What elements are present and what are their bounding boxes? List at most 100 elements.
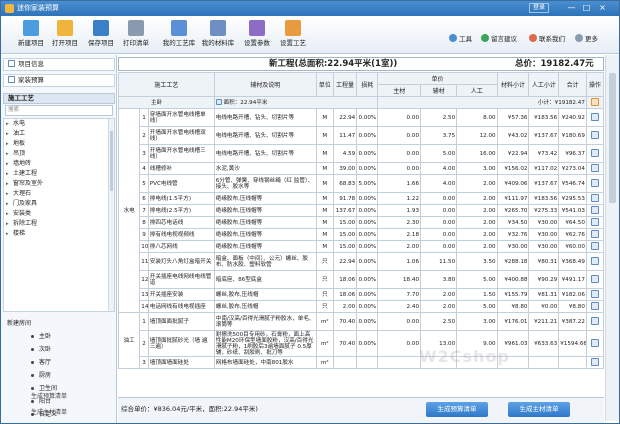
scrollbar-thumb[interactable] [609, 73, 616, 203]
category-header[interactable]: 施工工艺 [3, 93, 115, 104]
table-row[interactable]: 12 开关插座电线网线电线管道 暗底座、86型底盒只 18.06 0.00% 18.40 3… [119, 270, 605, 289]
new-room-button[interactable]: 新建房间 [3, 318, 115, 330]
table-row[interactable]: 10 排八芯网线 绝缘胶布,压线帽等 M 15.00 0.00% 2.00 0.00 2.00 ¥… [119, 240, 605, 253]
row-edit[interactable] [585, 288, 605, 301]
row-edit[interactable] [585, 216, 605, 229]
more-link[interactable]: 更多 [575, 33, 598, 45]
room-name[interactable]: 主卧 [118, 96, 215, 109]
generate-budget-link[interactable]: 生成预算清单 [31, 392, 67, 402]
open-project-button[interactable]: 打开项目 [45, 19, 85, 51]
row-edit[interactable] [585, 108, 605, 127]
project-info-tab[interactable]: 项目信息 [3, 58, 115, 71]
edit-icon[interactable] [590, 148, 599, 157]
category-item[interactable]: 油工 [4, 129, 114, 139]
category-item[interactable]: 地板 [4, 139, 114, 149]
room-item[interactable]: 客厅 [3, 356, 115, 369]
save-project-button[interactable]: 保存项目 [81, 19, 121, 51]
edit-icon[interactable] [590, 112, 599, 121]
table-row[interactable]: 2 开墙面开水管电线槽双线） 电线电路开槽、钻头、切割片等 M 11.47 0.00% 0.… [119, 126, 605, 145]
row-edit[interactable] [585, 126, 605, 145]
settings-craft-button[interactable]: 设置工艺 [273, 19, 313, 51]
main-scrollbar[interactable] [605, 55, 619, 421]
row-edit[interactable] [585, 270, 605, 289]
category-item[interactable]: 水电 [4, 119, 114, 129]
generate-material-link[interactable]: 生成主材清单 [31, 408, 67, 418]
login-button[interactable]: 登录 [529, 3, 550, 13]
edit-icon[interactable] [590, 357, 599, 366]
edit-icon[interactable] [590, 130, 599, 139]
edit-icon[interactable] [590, 338, 599, 347]
table-row[interactable]: 11 安装灯头八角灯盒暗开关 暗盒、面板（中间）、公元）螺丝、胶布、防水胶、塑料软管… [119, 252, 605, 271]
tools-link[interactable]: 工具 [449, 33, 472, 45]
table-row[interactable]: 4 线槽修补 水泥,黄沙 M 39.00 0.00% 0.00 4.00 3.00 ¥156.02… [119, 162, 605, 175]
table-row[interactable]: 14 电话网线有线电视插座 螺丝,胶布,压线帽只 2.00 0.00% 2.40 2.00 5… [119, 300, 605, 313]
row-edit[interactable] [585, 144, 605, 163]
table-row[interactable]: 水电 1 穿墙面开水管电线槽单线） 电线电路开槽、钻头、切割片等 M 22.94 0.00%… [117, 108, 605, 313]
edit-icon[interactable] [590, 301, 599, 310]
edit-icon[interactable] [590, 178, 599, 187]
edit-icon[interactable] [590, 193, 599, 202]
category-item[interactable]: 楼梯 [4, 229, 114, 239]
contact-link[interactable]: 联系我们 [529, 33, 565, 45]
edit-icon[interactable] [590, 97, 599, 106]
edit-icon[interactable] [590, 163, 599, 172]
table-row[interactable]: 8 排四芯电话线 绝缘胶布,压线帽等 M 15.00 0.00% 2.30 0.00 2.00 ¥… [119, 216, 605, 229]
cell-unit: M [315, 108, 334, 127]
row-edit[interactable] [585, 192, 605, 205]
minimize-icon[interactable]: — [566, 2, 577, 13]
craft-library-button[interactable]: 我的工艺库 [159, 19, 199, 51]
category-item[interactable]: 拆除工程 [4, 219, 114, 229]
table-row[interactable]: 6 排电线(1.5平方) 绝缘胶布,压线帽等 M 91.78 0.00% 1.22 0.00 2… [119, 192, 605, 205]
table-row[interactable]: 3 开墙面开水管电线槽三线） 电线电路开槽、钻头、切割片等 M 4.59 0.00% 0.0… [119, 144, 605, 163]
category-item[interactable]: 大理石 [4, 189, 114, 199]
category-scrollbar[interactable] [108, 119, 114, 311]
row-edit[interactable] [585, 252, 605, 271]
edit-icon[interactable] [590, 205, 599, 214]
row-edit[interactable] [585, 300, 605, 313]
row-edit[interactable] [585, 162, 605, 175]
print-list-button[interactable]: 打印清单 [116, 19, 156, 51]
table-row[interactable]: 油工 1 墙顶面面批腻子 中南/汉高/百得光滑腻子粉胶水，单毛、滚筒等 m² 70.40 0… [117, 312, 605, 369]
settings-params-button[interactable]: 设置参数 [237, 19, 277, 51]
row-edit[interactable] [585, 228, 605, 241]
edit-icon[interactable] [590, 289, 599, 298]
material-library-button[interactable]: 我的材料库 [198, 19, 238, 51]
category-item[interactable]: 安装类 [4, 209, 114, 219]
table-row[interactable]: 5 PVC电线管 6分管、弹簧、穿线钢丝绳（红 监管）、接头、胶水等 M 68.83 5.… [119, 174, 605, 193]
table-row[interactable]: 7 排电线(2.5平方) 绝缘胶布,压线帽等 M 137.67 0.00% 1.93 0.00… [119, 204, 605, 217]
edit-icon[interactable] [590, 217, 599, 226]
cell-ms: ¥43.02 [496, 126, 530, 145]
table-row[interactable]: 9 排有线电视视频线 绝缘胶布,压线帽等 M 15.00 0.00% 2.18 0.00 2.0… [119, 228, 605, 241]
home-budget-tab[interactable]: 家装预算 [3, 74, 115, 87]
edit-icon[interactable] [590, 229, 599, 238]
room-item[interactable]: 次卧 [3, 343, 115, 356]
row-edit[interactable] [585, 204, 605, 217]
table-row[interactable]: 13 开关插座安装 螺丝,胶布,压线帽只 18.06 0.00% 7.70 2.00 1.50… [119, 288, 605, 301]
edit-icon[interactable] [590, 256, 599, 265]
category-item[interactable]: 窗帘及室外 [4, 179, 114, 189]
close-icon[interactable]: × [597, 2, 608, 13]
generate-budget-button[interactable]: 生成预算清单 [426, 402, 488, 417]
search-input[interactable]: 搜索 [5, 105, 113, 116]
category-item[interactable]: 土建工程 [4, 169, 114, 179]
row-edit[interactable] [585, 330, 605, 357]
edit-icon[interactable] [590, 241, 599, 250]
room-item[interactable]: 厨房 [3, 369, 115, 382]
generate-material-button[interactable]: 生成主材清单 [508, 402, 570, 417]
category-item[interactable]: 吊顶 [4, 149, 114, 159]
room-item[interactable]: 主卧 [3, 330, 115, 343]
row-edit[interactable] [585, 312, 605, 331]
feedback-link[interactable]: 留言建议 [481, 33, 517, 45]
edit-icon[interactable] [590, 316, 599, 325]
table-row[interactable]: 3 墙顶面墙面硅处 网格布墙面硅处，中南801胶水 m² [119, 356, 605, 369]
row-edit[interactable] [585, 174, 605, 193]
row-edit[interactable] [585, 240, 605, 253]
scrollbar-thumb[interactable] [110, 131, 113, 191]
table-row[interactable]: 2 墙顶面批腻砂光（墙 遍三遍） 耐擦洗500目专用砂，石膏粉，面上高性能M20环保… [119, 330, 605, 357]
room-edit[interactable] [585, 96, 605, 109]
maximize-icon[interactable]: □ [581, 2, 592, 13]
category-item[interactable]: 门及家具 [4, 199, 114, 209]
category-item[interactable]: 墙地砖 [4, 159, 114, 169]
row-edit[interactable] [585, 356, 605, 369]
edit-icon[interactable] [590, 274, 599, 283]
